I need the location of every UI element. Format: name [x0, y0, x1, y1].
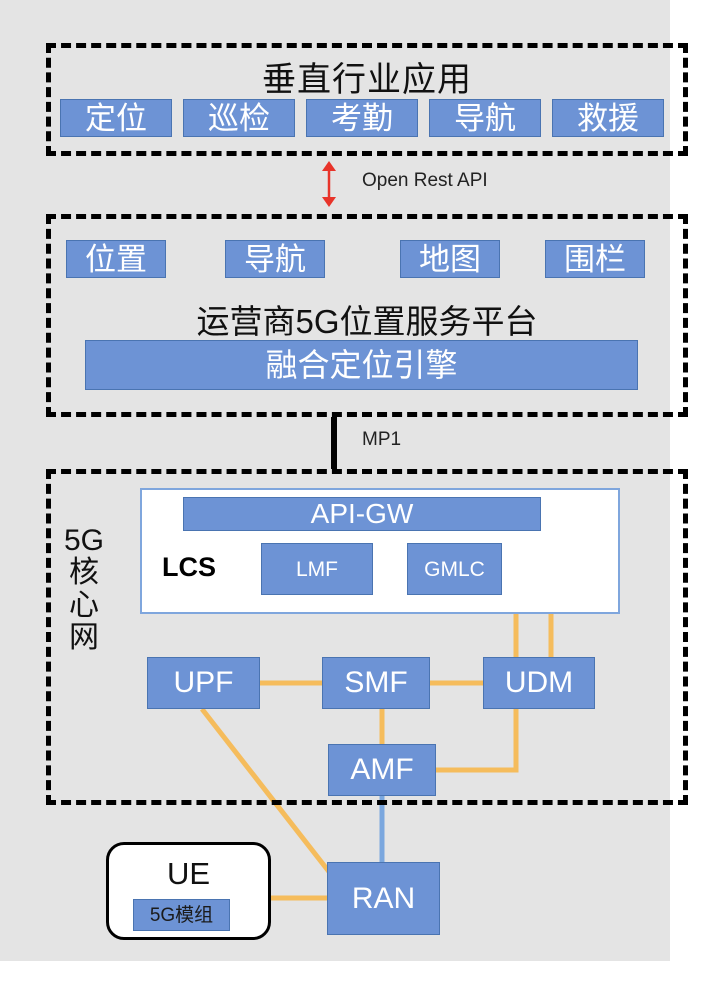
service-chip-location[interactable]: 位置 [66, 240, 166, 278]
mp1-label: MP1 [362, 429, 402, 450]
service-chip-geofence[interactable]: 围栏 [545, 240, 645, 278]
ue-title: UE [166, 856, 211, 891]
double-arrow-vertical-icon [322, 161, 336, 207]
core-label-line-2: 核 [69, 556, 99, 590]
vertical-apps-title: 垂直行业应用 [262, 61, 472, 99]
diagram-canvas: 垂直行业应用 定位 巡检 考勤 导航 救援 Open Rest API 位置 导… [0, 0, 728, 1002]
core-label-line-1: 5G [63, 524, 105, 557]
fusion-positioning-engine[interactable]: 融合定位引擎 [85, 340, 638, 390]
api-gateway-box[interactable]: API-GW [183, 497, 541, 531]
mp1-connector-line [331, 417, 337, 469]
upf-box[interactable]: UPF [147, 657, 260, 709]
service-chip-map[interactable]: 地图 [400, 240, 500, 278]
udm-box[interactable]: UDM [483, 657, 595, 709]
platform-title: 运营商5G位置服务平台 [196, 303, 538, 340]
core-label-line-4: 网 [69, 621, 99, 655]
core-label-line-3: 心 [69, 588, 99, 622]
service-chip-navigation[interactable]: 导航 [225, 240, 325, 278]
ran-box[interactable]: RAN [327, 862, 440, 935]
open-rest-api-label: Open Rest API [362, 170, 488, 191]
ue-5g-module-chip[interactable]: 5G模组 [133, 899, 230, 931]
app-chip-inspection[interactable]: 巡检 [183, 99, 295, 137]
core-network-label: 5G 核 心 网 [54, 524, 114, 655]
app-chip-positioning[interactable]: 定位 [60, 99, 172, 137]
lcs-label: LCS [162, 552, 216, 582]
amf-box[interactable]: AMF [328, 744, 436, 796]
app-chip-navigation[interactable]: 导航 [429, 99, 541, 137]
lmf-box[interactable]: LMF [261, 543, 373, 595]
app-chip-attendance[interactable]: 考勤 [306, 99, 418, 137]
smf-box[interactable]: SMF [322, 657, 430, 709]
app-chip-rescue[interactable]: 救援 [552, 99, 664, 137]
gmlc-box[interactable]: GMLC [407, 543, 502, 595]
